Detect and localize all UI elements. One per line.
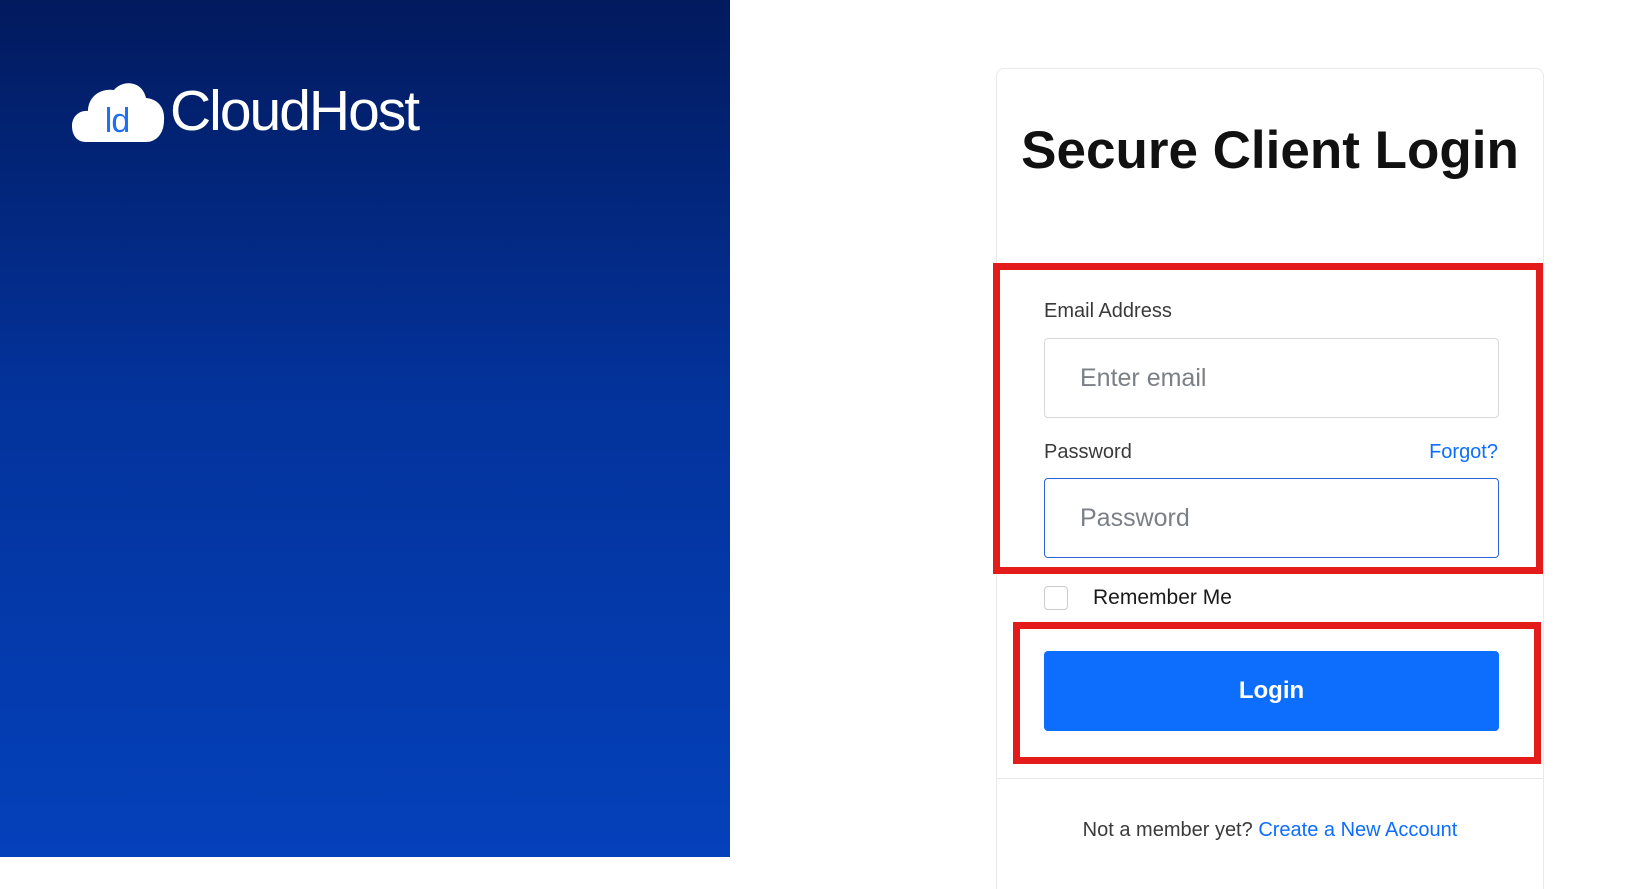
password-input[interactable]: [1044, 478, 1499, 558]
login-card: Secure Client Login Email Address Passwo…: [996, 68, 1544, 889]
login-button[interactable]: Login: [1044, 651, 1499, 731]
remember-me-label[interactable]: Remember Me: [1093, 586, 1232, 610]
email-input[interactable]: [1044, 338, 1499, 418]
signup-prompt-text: Not a member yet?: [1082, 819, 1253, 841]
signup-prompt: Not a member yet? Create a New Account: [997, 819, 1543, 842]
remember-me-row: Remember Me: [1044, 585, 1232, 611]
login-page: ld CloudHost Secure Client Login Email A…: [0, 0, 1627, 889]
brand-logo: ld CloudHost: [72, 79, 420, 143]
card-divider: [997, 778, 1543, 779]
create-account-link[interactable]: Create a New Account: [1258, 819, 1457, 841]
page-title: Secure Client Login: [1021, 121, 1519, 180]
cloud-icon: ld: [72, 80, 166, 142]
brand-panel: ld CloudHost: [0, 0, 730, 857]
logo-mark: ld: [104, 102, 130, 140]
brand-name: CloudHost: [170, 79, 420, 143]
email-label: Email Address: [1044, 300, 1172, 322]
password-label: Password: [1044, 441, 1132, 463]
forgot-password-link[interactable]: Forgot?: [1429, 441, 1498, 464]
remember-me-checkbox[interactable]: [1044, 586, 1068, 610]
